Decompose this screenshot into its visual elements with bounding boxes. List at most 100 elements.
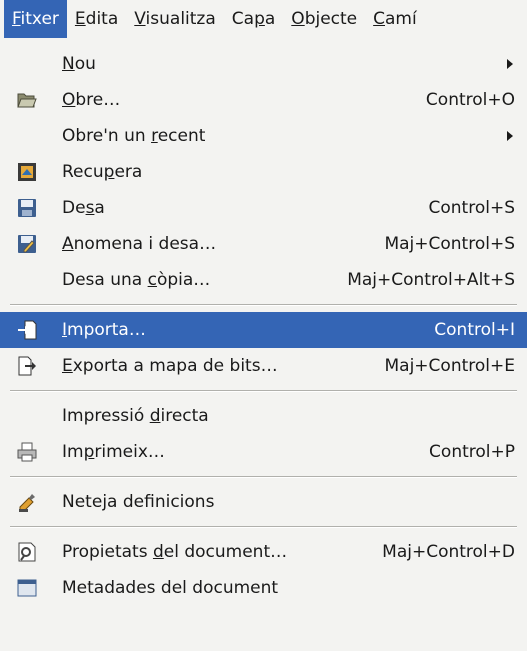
save-disk-icon	[16, 197, 38, 219]
menubar-label-mnemonic: C	[373, 9, 386, 29]
printer-icon	[16, 441, 38, 463]
menu-item-text: òpia…	[156, 270, 211, 290]
menu-item-2[interactable]: Obre'n un recent	[0, 118, 527, 154]
menu-item-text: ou	[74, 54, 96, 74]
menubar-label-text: Ca	[231, 9, 255, 29]
menu-item-label: Obre…	[62, 82, 120, 118]
menu-item-1[interactable]: Obre… Control+O	[0, 82, 527, 118]
menu-item-label: Desa una còpia…	[62, 262, 210, 298]
menu-item-mnemonic: d	[152, 542, 164, 562]
file-menu-dropdown: Nou Obre… Control+O Obre'n un recent Recuper…	[0, 38, 527, 651]
menu-item-mnemonic: p	[83, 442, 95, 462]
menu-item-text: xporta a mapa de bits…	[72, 356, 278, 376]
menubar-item-4[interactable]: Objecte	[283, 0, 365, 38]
menu-item-6[interactable]: Desa una còpia… Maj+Control+Alt+S	[0, 262, 527, 298]
menu-item-11[interactable]: Impressió directa	[0, 398, 527, 434]
menu-item-label: Imprimeix…	[62, 434, 165, 470]
submenu-arrow-icon	[507, 131, 513, 141]
menu-separator	[10, 304, 517, 306]
menu-item-16[interactable]: Propietats del document… Maj+Control+D	[0, 534, 527, 570]
menubar-label-text: bjecte	[304, 9, 358, 29]
menubar-item-3[interactable]: Capa	[224, 0, 284, 38]
menubar-label-mnemonic: O	[291, 9, 305, 29]
menu-item-label: Neteja definicions	[62, 484, 214, 520]
recover-icon	[16, 161, 38, 183]
menu-item-3[interactable]: Recupera	[0, 154, 527, 190]
menubar-label-text: isualitza	[145, 9, 216, 29]
menu-item-text: ecent	[157, 126, 206, 146]
clean-definitions-icon	[16, 491, 38, 513]
menubar-item-2[interactable]: Visualitza	[126, 0, 224, 38]
menubar-label-mnemonic: E	[74, 9, 86, 29]
menu-item-mnemonic: r	[151, 126, 158, 146]
menu-item-mnemonic: O	[62, 90, 76, 110]
menu-item-text: rimeix…	[94, 442, 165, 462]
menubar-label-text: a	[264, 9, 276, 29]
menu-item-14[interactable]: Neteja definicions	[0, 484, 527, 520]
menu-item-shortcut: Maj+Control+D	[382, 542, 515, 562]
menubar-label-mnemonic: V	[134, 9, 146, 29]
menu-item-mnemonic: d	[149, 406, 161, 426]
menubar-label-mnemonic: p	[254, 9, 265, 29]
menu-item-0[interactable]: Nou	[0, 46, 527, 82]
menu-item-label: Importa…	[62, 312, 146, 348]
menubar-label-text: itxer	[20, 9, 59, 29]
menu-item-label: Propietats del document…	[62, 534, 287, 570]
menu-item-label: Anomena i desa…	[62, 226, 216, 262]
menu-item-label: Impressió directa	[62, 398, 209, 434]
menu-item-text: a	[94, 198, 105, 218]
menubar-item-5[interactable]: Camí	[365, 0, 425, 38]
menubar-item-1[interactable]: Edita	[67, 0, 126, 38]
menu-separator	[10, 476, 517, 478]
menu-separator	[10, 526, 517, 528]
menu-item-text: mporta…	[67, 320, 146, 340]
import-icon	[16, 319, 38, 341]
menu-item-12[interactable]: Imprimeix… Control+P	[0, 434, 527, 470]
menu-item-text: Metadades del document	[62, 578, 279, 598]
menu-item-text: Impressió	[62, 406, 150, 426]
menu-item-mnemonic: p	[103, 162, 115, 182]
menu-item-mnemonic: c	[147, 270, 157, 290]
menu-item-label: Nou	[62, 46, 96, 82]
menu-item-text: Recu	[62, 162, 104, 182]
menu-item-17[interactable]: Metadades del document	[0, 570, 527, 606]
menu-item-label: Obre'n un recent	[62, 118, 205, 154]
menubar-item-0[interactable]: Fitxer	[4, 0, 67, 38]
menu-item-text: Obre'n un	[62, 126, 152, 146]
menu-item-text: Nete	[62, 492, 103, 512]
menu-item-text: nomena i desa…	[73, 234, 217, 254]
menu-item-label: Metadades del document	[62, 570, 278, 606]
menu-item-text: era	[114, 162, 143, 182]
menu-item-text: a definicions	[107, 492, 215, 512]
menu-item-shortcut: Maj+Control+Alt+S	[347, 270, 515, 290]
open-folder-icon	[16, 89, 38, 111]
menubar-label-mnemonic: F	[12, 9, 21, 29]
menu-item-text: Desa una	[62, 270, 148, 290]
menu-item-shortcut: Maj+Control+E	[384, 356, 516, 376]
menu-item-text: Propietats	[62, 542, 153, 562]
menubar-label-text: amí	[385, 9, 417, 29]
menu-item-shortcut: Control+O	[425, 90, 515, 110]
menu-item-text: Im	[62, 442, 84, 462]
menu-item-mnemonic: N	[62, 54, 75, 74]
document-properties-icon	[16, 541, 38, 563]
menu-bar: Fitxer Edita Visualitza Capa Objecte Camí	[0, 0, 527, 38]
menu-item-shortcut: Control+I	[434, 320, 515, 340]
menu-item-mnemonic: A	[62, 234, 74, 254]
menubar-label-text: dita	[85, 9, 119, 29]
menu-item-text: el document…	[163, 542, 288, 562]
menu-item-4[interactable]: Desa Control+S	[0, 190, 527, 226]
menu-item-text: bre…	[75, 90, 121, 110]
save-as-icon	[16, 233, 38, 255]
menu-item-text: irecta	[160, 406, 209, 426]
menu-item-label: Exporta a mapa de bits…	[62, 348, 278, 384]
menu-item-shortcut: Maj+Control+S	[384, 234, 515, 254]
menu-item-9[interactable]: Exporta a mapa de bits… Maj+Control+E	[0, 348, 527, 384]
menu-item-8[interactable]: Importa… Control+I	[0, 312, 527, 348]
menu-item-text: De	[62, 198, 86, 218]
menu-item-label: Recupera	[62, 154, 142, 190]
menu-item-mnemonic: E	[62, 356, 73, 376]
menu-separator	[10, 390, 517, 392]
menu-item-5[interactable]: Anomena i desa… Maj+Control+S	[0, 226, 527, 262]
menu-item-shortcut: Control+S	[428, 198, 516, 218]
